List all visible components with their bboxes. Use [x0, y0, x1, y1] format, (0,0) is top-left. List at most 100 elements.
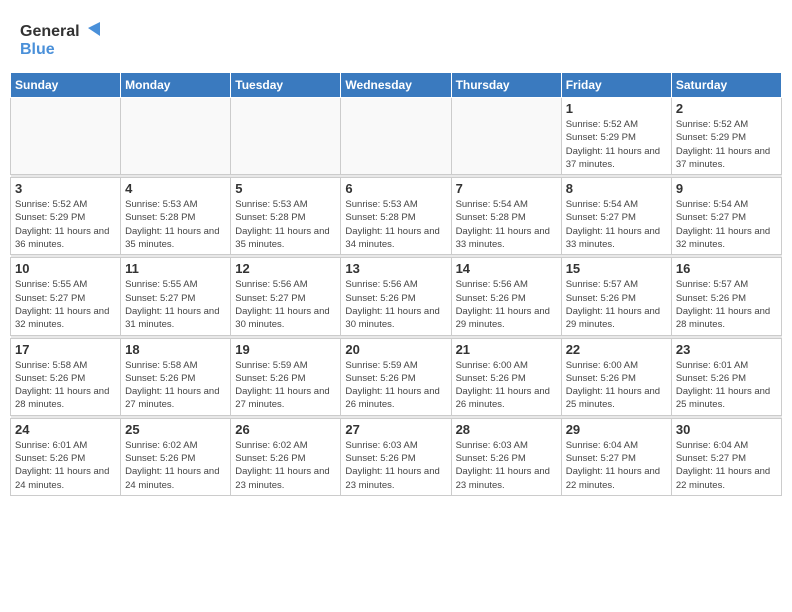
day-number: 27 [345, 422, 446, 437]
day-info: Sunrise: 5:54 AM Sunset: 5:27 PM Dayligh… [676, 198, 777, 251]
day-info: Sunrise: 5:52 AM Sunset: 5:29 PM Dayligh… [676, 118, 777, 171]
day-info: Sunrise: 6:00 AM Sunset: 5:26 PM Dayligh… [566, 359, 667, 412]
calendar-day-cell: 21 Sunrise: 6:00 AM Sunset: 5:26 PM Dayli… [451, 338, 561, 415]
calendar-day-cell [341, 98, 451, 175]
calendar-day-cell: 1 Sunrise: 5:52 AM Sunset: 5:29 PM Daylig… [561, 98, 671, 175]
logo-svg: GeneralBlue [20, 18, 100, 62]
day-number: 22 [566, 342, 667, 357]
day-info: Sunrise: 5:56 AM Sunset: 5:27 PM Dayligh… [235, 278, 336, 331]
day-info: Sunrise: 5:55 AM Sunset: 5:27 PM Dayligh… [15, 278, 116, 331]
day-info: Sunrise: 5:59 AM Sunset: 5:26 PM Dayligh… [345, 359, 446, 412]
day-info: Sunrise: 5:59 AM Sunset: 5:26 PM Dayligh… [235, 359, 336, 412]
calendar-week-row: 24 Sunrise: 6:01 AM Sunset: 5:26 PM Dayli… [11, 418, 782, 495]
calendar-day-cell [11, 98, 121, 175]
day-of-week-header: Monday [121, 73, 231, 98]
day-info: Sunrise: 6:02 AM Sunset: 5:26 PM Dayligh… [235, 439, 336, 492]
day-info: Sunrise: 5:52 AM Sunset: 5:29 PM Dayligh… [566, 118, 667, 171]
calendar-day-cell [121, 98, 231, 175]
calendar-day-cell: 3 Sunrise: 5:52 AM Sunset: 5:29 PM Daylig… [11, 178, 121, 255]
day-of-week-header: Thursday [451, 73, 561, 98]
calendar-day-cell [231, 98, 341, 175]
day-number: 8 [566, 181, 667, 196]
day-number: 23 [676, 342, 777, 357]
calendar-day-cell: 16 Sunrise: 5:57 AM Sunset: 5:26 PM Dayli… [671, 258, 781, 335]
calendar-week-row: 10 Sunrise: 5:55 AM Sunset: 5:27 PM Dayli… [11, 258, 782, 335]
day-number: 21 [456, 342, 557, 357]
day-number: 12 [235, 261, 336, 276]
calendar-day-cell: 10 Sunrise: 5:55 AM Sunset: 5:27 PM Dayli… [11, 258, 121, 335]
day-info: Sunrise: 6:00 AM Sunset: 5:26 PM Dayligh… [456, 359, 557, 412]
day-info: Sunrise: 5:55 AM Sunset: 5:27 PM Dayligh… [125, 278, 226, 331]
day-number: 10 [15, 261, 116, 276]
day-number: 30 [676, 422, 777, 437]
day-number: 24 [15, 422, 116, 437]
day-info: Sunrise: 5:58 AM Sunset: 5:26 PM Dayligh… [125, 359, 226, 412]
day-info: Sunrise: 6:03 AM Sunset: 5:26 PM Dayligh… [456, 439, 557, 492]
day-number: 29 [566, 422, 667, 437]
day-of-week-header: Saturday [671, 73, 781, 98]
day-info: Sunrise: 5:57 AM Sunset: 5:26 PM Dayligh… [676, 278, 777, 331]
day-info: Sunrise: 6:03 AM Sunset: 5:26 PM Dayligh… [345, 439, 446, 492]
day-of-week-header: Friday [561, 73, 671, 98]
calendar-day-cell: 25 Sunrise: 6:02 AM Sunset: 5:26 PM Dayli… [121, 418, 231, 495]
day-number: 26 [235, 422, 336, 437]
day-of-week-header: Tuesday [231, 73, 341, 98]
day-number: 15 [566, 261, 667, 276]
calendar-week-row: 17 Sunrise: 5:58 AM Sunset: 5:26 PM Dayli… [11, 338, 782, 415]
day-number: 13 [345, 261, 446, 276]
day-info: Sunrise: 5:53 AM Sunset: 5:28 PM Dayligh… [235, 198, 336, 251]
calendar-day-cell: 6 Sunrise: 5:53 AM Sunset: 5:28 PM Daylig… [341, 178, 451, 255]
calendar-week-row: 1 Sunrise: 5:52 AM Sunset: 5:29 PM Daylig… [11, 98, 782, 175]
day-info: Sunrise: 5:52 AM Sunset: 5:29 PM Dayligh… [15, 198, 116, 251]
day-info: Sunrise: 5:56 AM Sunset: 5:26 PM Dayligh… [345, 278, 446, 331]
page-header: GeneralBlue [10, 10, 782, 68]
day-info: Sunrise: 5:54 AM Sunset: 5:28 PM Dayligh… [456, 198, 557, 251]
calendar-day-cell: 24 Sunrise: 6:01 AM Sunset: 5:26 PM Dayli… [11, 418, 121, 495]
calendar-day-cell: 15 Sunrise: 5:57 AM Sunset: 5:26 PM Dayli… [561, 258, 671, 335]
calendar-day-cell: 4Sunrise: 5:53 AM Sunset: 5:28 PM Daylig… [121, 178, 231, 255]
logo: GeneralBlue [20, 18, 100, 62]
day-number: 18 [125, 342, 226, 357]
day-number: 6 [345, 181, 446, 196]
day-number: 2 [676, 101, 777, 116]
calendar-day-cell: 18 Sunrise: 5:58 AM Sunset: 5:26 PM Dayli… [121, 338, 231, 415]
day-number: 3 [15, 181, 116, 196]
day-info: Sunrise: 6:01 AM Sunset: 5:26 PM Dayligh… [676, 359, 777, 412]
day-of-week-header: Sunday [11, 73, 121, 98]
svg-text:Blue: Blue [20, 41, 55, 58]
calendar-day-cell: 19Sunrise: 5:59 AM Sunset: 5:26 PM Dayli… [231, 338, 341, 415]
calendar-day-cell: 9 Sunrise: 5:54 AM Sunset: 5:27 PM Daylig… [671, 178, 781, 255]
calendar-day-cell: 17Sunrise: 5:58 AM Sunset: 5:26 PM Dayli… [11, 338, 121, 415]
day-number: 28 [456, 422, 557, 437]
calendar-day-cell: 30 Sunrise: 6:04 AM Sunset: 5:27 PM Dayli… [671, 418, 781, 495]
calendar-table: SundayMondayTuesdayWednesdayThursdayFrid… [10, 72, 782, 496]
calendar-day-cell: 20 Sunrise: 5:59 AM Sunset: 5:26 PM Dayli… [341, 338, 451, 415]
day-info: Sunrise: 6:04 AM Sunset: 5:27 PM Dayligh… [676, 439, 777, 492]
day-info: Sunrise: 6:02 AM Sunset: 5:26 PM Dayligh… [125, 439, 226, 492]
day-info: Sunrise: 5:53 AM Sunset: 5:28 PM Dayligh… [345, 198, 446, 251]
day-info: Sunrise: 5:56 AM Sunset: 5:26 PM Dayligh… [456, 278, 557, 331]
calendar-week-row: 3 Sunrise: 5:52 AM Sunset: 5:29 PM Daylig… [11, 178, 782, 255]
day-number: 25 [125, 422, 226, 437]
calendar-day-cell: 5Sunrise: 5:53 AM Sunset: 5:28 PM Daylig… [231, 178, 341, 255]
calendar-day-cell: 11 Sunrise: 5:55 AM Sunset: 5:27 PM Dayli… [121, 258, 231, 335]
day-info: Sunrise: 5:57 AM Sunset: 5:26 PM Dayligh… [566, 278, 667, 331]
calendar-day-cell: 23 Sunrise: 6:01 AM Sunset: 5:26 PM Dayli… [671, 338, 781, 415]
day-info: Sunrise: 5:54 AM Sunset: 5:27 PM Dayligh… [566, 198, 667, 251]
day-number: 16 [676, 261, 777, 276]
day-of-week-header: Wednesday [341, 73, 451, 98]
calendar-day-cell: 26 Sunrise: 6:02 AM Sunset: 5:26 PM Dayli… [231, 418, 341, 495]
day-number: 4 [125, 181, 226, 196]
day-number: 11 [125, 261, 226, 276]
calendar-day-cell: 13 Sunrise: 5:56 AM Sunset: 5:26 PM Dayli… [341, 258, 451, 335]
day-number: 20 [345, 342, 446, 357]
day-number: 17 [15, 342, 116, 357]
calendar-day-cell: 8 Sunrise: 5:54 AM Sunset: 5:27 PM Daylig… [561, 178, 671, 255]
day-info: Sunrise: 6:01 AM Sunset: 5:26 PM Dayligh… [15, 439, 116, 492]
day-number: 14 [456, 261, 557, 276]
calendar-day-cell [451, 98, 561, 175]
svg-text:General: General [20, 23, 80, 40]
calendar-day-cell: 29Sunrise: 6:04 AM Sunset: 5:27 PM Dayli… [561, 418, 671, 495]
day-number: 1 [566, 101, 667, 116]
day-number: 9 [676, 181, 777, 196]
